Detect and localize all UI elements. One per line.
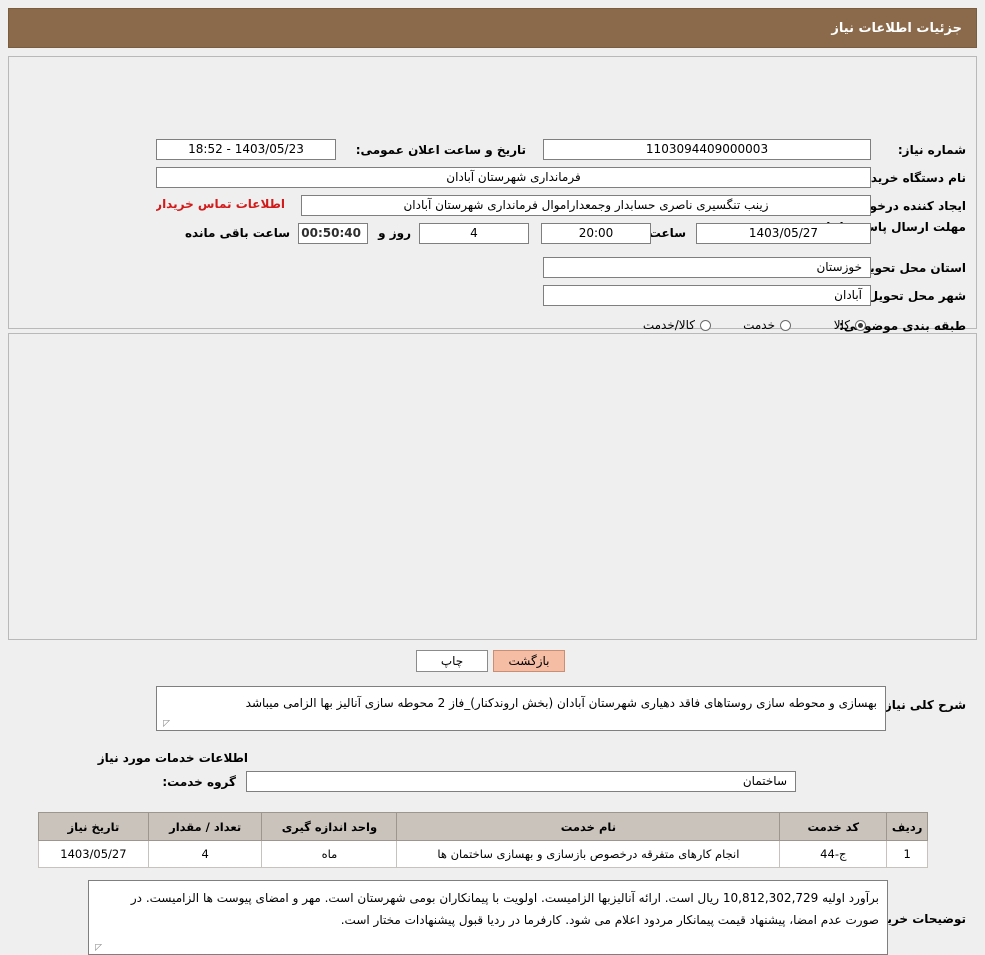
page-header: جزئیات اطلاعات نیاز [8,8,977,48]
category-option-goods-service[interactable]: کالا/خدمت [643,318,711,332]
page-root: جزئیات اطلاعات نیاز AriaTender.net شماره… [0,0,985,955]
cell-row-no: 1 [886,840,928,868]
remaining-days-value: 4 [419,223,529,244]
deadline-date-value: 1403/05/27 [696,223,871,244]
need-number-label: شماره نیاز: [897,143,966,157]
countdown-value: 00:50:40 [298,223,368,244]
cell-need-date: 1403/05/27 [38,840,149,868]
hour-label: ساعت [648,226,686,240]
cell-service-name: انجام کارهای متفرقه درخصوص بازسازی و بهس… [396,840,781,868]
table-header-row: ردیف کد خدمت نام خدمت واحد اندازه گیری ت… [38,812,928,841]
services-info-title: اطلاعات خدمات مورد نیاز [97,751,248,765]
general-desc-label: شرح کلی نیاز: [880,698,966,712]
buyer-org-value: فرمانداری شهرستان آبادان [156,167,871,188]
buyer-contact-link[interactable]: اطلاعات تماس خریدار [156,195,291,216]
category-option-label: کالا/خدمت [642,318,695,332]
th-quantity: تعداد / مقدار [147,812,263,841]
radio-icon[interactable] [780,319,791,331]
th-service-code: کد خدمت [779,812,888,841]
general-desc-text: بهسازی و محوطه سازی روستاهای فاقد دهیاری… [245,696,877,710]
service-group-value: ساختمان [246,771,796,792]
th-service-name: نام خدمت [396,812,781,841]
requester-value: زینب تنگسیری ناصری حسابدار وجمعداراموال … [301,195,871,216]
buyer-org-label: نام دستگاه خریدار: [855,171,966,185]
category-option-service[interactable]: خدمت [743,318,791,332]
public-announce-value: 1403/05/23 - 18:52 [156,139,336,160]
th-need-date: تاریخ نیاز [38,812,149,841]
province-value: خوزستان [543,257,871,278]
cell-service-code: ج-44 [779,840,888,868]
cell-unit: ماه [261,840,398,868]
service-group-label: گروه خدمت: [162,775,236,789]
general-desc-value: بهسازی و محوطه سازی روستاهای فاقد دهیاری… [156,686,886,731]
services-table: ردیف کد خدمت نام خدمت واحد اندازه گیری ت… [38,812,928,868]
deadline-label: مهلت ارسال پاسخ: تا تاریخ: [801,220,966,234]
buyer-notes-text: برآورد اولیه 10,812,302,729 ریال است. ار… [130,891,879,927]
resize-handle-icon[interactable]: ◸ [92,943,102,953]
cell-quantity: 4 [147,840,263,868]
hour-value: 20:00 [541,223,651,244]
need-details-panel: شرح کلی نیاز: بهسازی و محوطه سازی روستاه… [8,333,977,955]
city-label: شهر محل تحویل: [862,289,966,303]
city-value: آبادان [543,285,871,306]
countdown-label: ساعت باقی مانده [184,226,290,240]
table-row: 1 ج-44 انجام کارهای متفرقه درخصوص بازساز… [38,840,928,868]
buyer-notes-value: برآورد اولیه 10,812,302,729 ریال است. ار… [88,880,888,955]
page-title: جزئیات اطلاعات نیاز [831,21,962,36]
category-option-label: کالا [833,318,850,332]
th-row-no: ردیف [886,812,928,841]
category-option-label: خدمت [743,318,775,332]
remaining-days-label: روز و [378,226,411,240]
province-label: استان محل تحویل: [854,261,966,275]
radio-icon[interactable] [855,319,866,331]
back-button[interactable]: بازگشت [493,650,565,672]
resize-handle-icon[interactable]: ◸ [160,719,170,729]
category-option-goods[interactable]: کالا [834,318,866,332]
need-info-panel: شماره نیاز: 1103094409000003 تاریخ و ساع… [8,56,977,364]
th-unit: واحد اندازه گیری [261,812,398,841]
print-button[interactable]: چاپ [416,650,488,672]
need-number-value: 1103094409000003 [543,139,871,160]
public-announce-label: تاریخ و ساعت اعلان عمومی: [355,143,526,157]
radio-icon[interactable] [700,319,711,331]
